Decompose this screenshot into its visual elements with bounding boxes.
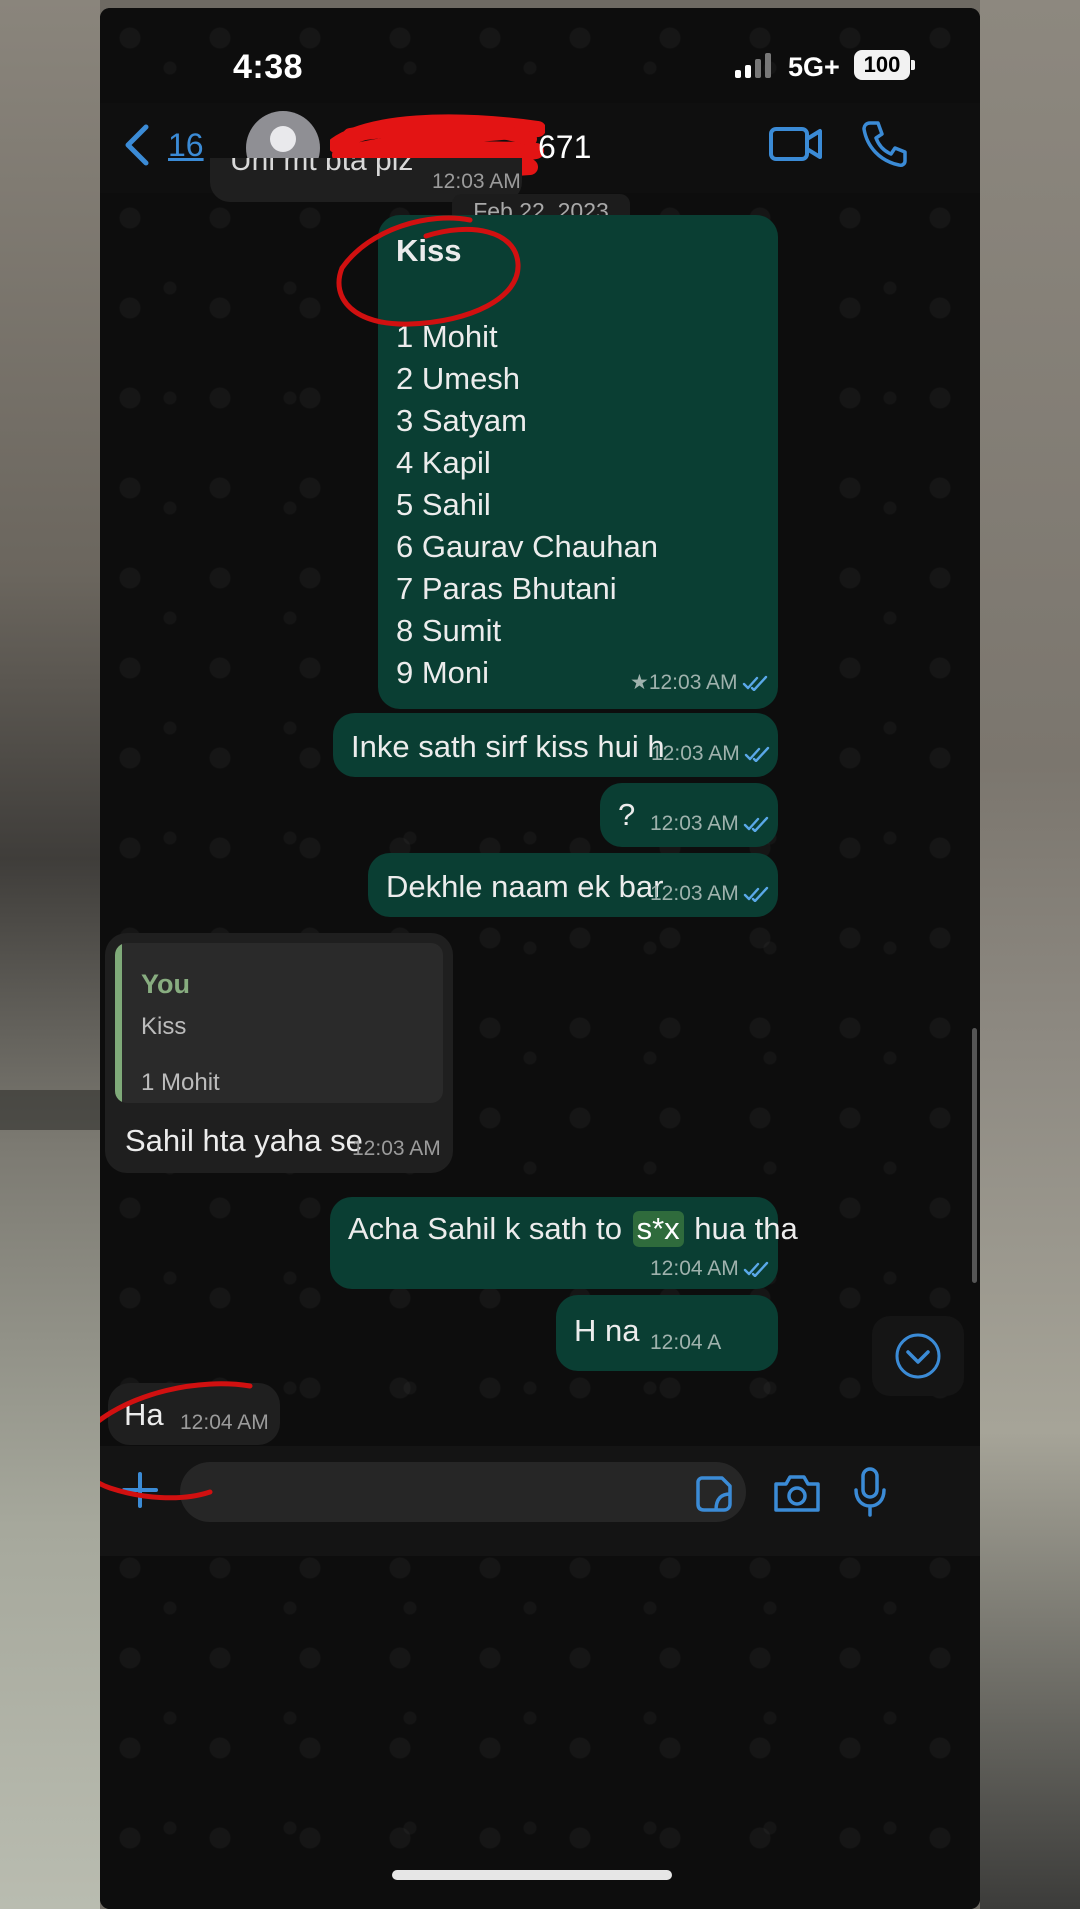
double-tick-icon xyxy=(743,887,768,903)
quote-text: 1 Mohit xyxy=(141,1069,220,1096)
message-text: Ha xyxy=(124,1397,164,1432)
message-time-text: 12:03 AM xyxy=(651,742,740,765)
message-bubble[interactable]: Acha Sahil k sath to s*x hua tha 12:04 A… xyxy=(330,1197,798,1289)
double-tick-icon xyxy=(743,1262,768,1278)
list-item: 3 Satyam xyxy=(396,403,527,438)
back-chevron-icon[interactable] xyxy=(122,123,152,172)
message-text: ? xyxy=(618,797,636,832)
message-time: ★12:03 AM xyxy=(630,670,770,695)
message-list-bubble[interactable]: Kiss 1 Mohit 2 Umesh 3 Satyam 4 Kapil 5 … xyxy=(378,215,778,709)
message-text: Inke sath sirf kiss hui h xyxy=(351,729,665,764)
message-text: Sahil hta yaha se xyxy=(125,1123,363,1158)
battery-indicator: 100 xyxy=(854,50,910,80)
quote-author: You xyxy=(141,969,190,999)
status-time: 4:38 xyxy=(232,48,304,86)
home-indicator[interactable] xyxy=(392,1870,672,1880)
message-bubble[interactable]: Dekhle naam ek bar 12:03 AM xyxy=(368,853,778,917)
message-time-text: 12:03 AM xyxy=(650,882,739,905)
sticker-icon[interactable] xyxy=(694,1474,734,1519)
previous-message-text: Uhi mt bta plz xyxy=(230,158,414,177)
phone-screen: 4:38 5G+ 100 16 671 Uhi mt bta plz 12:03… xyxy=(100,8,980,1909)
message-time-text: ★12:03 AM xyxy=(630,671,738,694)
message-time: 12:03 AM xyxy=(650,812,771,836)
list-item: 7 Paras Bhutani xyxy=(396,571,617,606)
message-time-text: 12:03 AM xyxy=(650,812,739,835)
message-bubble[interactable]: Inke sath sirf kiss hui h 12:03 AM xyxy=(333,713,778,777)
mic-icon[interactable] xyxy=(852,1466,888,1523)
list-item: 5 Sahil xyxy=(396,487,491,522)
list-item: 9 Moni xyxy=(396,655,490,690)
message-time: 12:03 AM xyxy=(651,742,772,766)
video-call-icon[interactable] xyxy=(768,123,824,170)
message-time: 12:04 AM xyxy=(180,1411,269,1434)
message-time: 12:03 AM xyxy=(352,1137,441,1160)
plus-icon[interactable] xyxy=(120,1470,160,1515)
double-tick-icon xyxy=(743,817,768,833)
list-title: Kiss xyxy=(396,233,462,268)
phone-call-icon[interactable] xyxy=(860,119,908,174)
background-seam xyxy=(0,1090,100,1130)
background-left xyxy=(0,0,100,1909)
list-item: 8 Sumit xyxy=(396,613,502,648)
scroll-down-icon xyxy=(895,1333,941,1379)
quoted-message[interactable]: You Kiss 1 Mohit xyxy=(115,943,443,1103)
quote-bar xyxy=(115,943,122,1103)
back-unread-count[interactable]: 16 xyxy=(168,127,204,164)
message-bubble[interactable]: ? 12:03 AM xyxy=(600,783,778,847)
message-time: 12:03 AM xyxy=(650,882,771,906)
message-time: 12:04 AM xyxy=(650,1257,771,1281)
list-item: 6 Gaurav Chauhan xyxy=(396,529,658,564)
message-input[interactable] xyxy=(180,1462,746,1522)
message-bubble[interactable]: Ha 12:04 AM xyxy=(108,1383,280,1445)
double-tick-icon xyxy=(744,747,769,763)
battery-tip xyxy=(911,60,915,70)
quote-text: Kiss xyxy=(141,1013,187,1040)
message-text: Dekhle naam ek bar xyxy=(386,869,664,904)
signal-icon xyxy=(735,52,771,78)
scrollbar[interactable] xyxy=(972,1028,977,1283)
network-type: 5G+ xyxy=(788,52,840,82)
message-time-text: 12:04 AM xyxy=(650,1257,739,1280)
message-bubble[interactable]: H na 12:04 A xyxy=(556,1295,778,1371)
background-right xyxy=(980,0,1080,1909)
camera-icon[interactable] xyxy=(772,1472,822,1519)
message-text-part: hua tha xyxy=(685,1211,798,1246)
message-text-part: Acha Sahil k sath to xyxy=(348,1211,631,1246)
censored-word: s*x xyxy=(632,1211,684,1247)
list-item: 4 Kapil xyxy=(396,445,491,480)
list-item: 1 Mohit xyxy=(396,319,498,354)
previous-message-time: 12:03 AM xyxy=(432,170,521,193)
scroll-to-bottom-button[interactable] xyxy=(872,1316,964,1396)
composer-bar xyxy=(100,1446,980,1556)
message-time: 12:04 A xyxy=(650,1331,722,1354)
message-text: H na xyxy=(574,1313,640,1348)
list-item: 2 Umesh xyxy=(396,361,521,396)
reply-message-bubble[interactable]: You Kiss 1 Mohit Sahil hta yaha se 12:03… xyxy=(105,933,453,1173)
message-text: Acha Sahil k sath to s*x hua tha xyxy=(348,1211,798,1247)
double-tick-icon xyxy=(742,676,767,692)
contact-name[interactable]: 671 xyxy=(538,129,591,166)
